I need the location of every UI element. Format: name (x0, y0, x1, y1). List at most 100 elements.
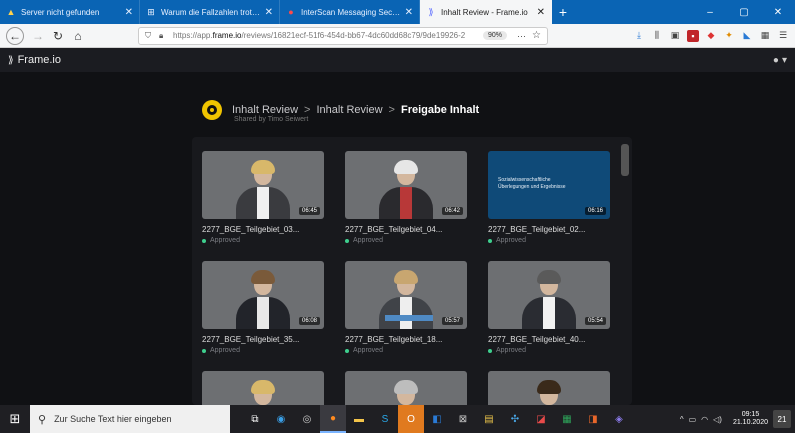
review-page: Inhalt Review > Inhalt Review > Freigabe… (0, 72, 795, 405)
reload-icon[interactable]: ↻ (48, 26, 68, 46)
asset-title[interactable]: 2277_BGE_Teilgebiet_18... (345, 335, 467, 344)
windows-start-icon[interactable]: ⊞ (0, 405, 30, 433)
excel-icon[interactable]: ▦ (554, 405, 580, 433)
system-tray: ^ ▭ ◠ ◁) 09:15 21.10.2020 21 (680, 410, 795, 428)
tab-frameio-review[interactable]: ⟫ Inhalt Review - Frame.io ✕ (420, 0, 552, 24)
asset-thumbnail[interactable]: 06:45 (202, 151, 324, 219)
teams-icon[interactable]: ◈ (606, 405, 632, 433)
asset-title[interactable]: 2277_BGE_Teilgebiet_04... (345, 225, 467, 234)
search-icon: ⚲ (38, 413, 47, 426)
asset-card[interactable] (488, 371, 610, 405)
approved-dot-icon (345, 238, 349, 243)
download-icon[interactable]: ⤓ (633, 30, 645, 42)
outlook-icon[interactable]: ◧ (424, 405, 450, 433)
asset-thumbnail[interactable] (202, 371, 324, 405)
notes-icon[interactable]: ▤ (476, 405, 502, 433)
taskbar-search[interactable]: ⚲ Zur Suche Text hier eingeben (30, 405, 230, 433)
asset-title[interactable]: 2277_BGE_Teilgebiet_02... (488, 225, 610, 234)
back-icon[interactable]: ← (6, 26, 24, 45)
duration-badge: 06:16 (584, 207, 606, 215)
asset-card[interactable]: 06:45 2277_BGE_Teilgebiet_03... Approved (202, 151, 324, 244)
network-icon[interactable]: ◠ (701, 415, 708, 424)
asset-card[interactable]: 05:57 2277_BGE_Teilgebiet_18... Approved (345, 261, 467, 354)
asset-thumbnail[interactable] (345, 371, 467, 405)
lock-icon[interactable]: 🔒︎ (159, 31, 169, 41)
app-orange-icon[interactable]: O (398, 405, 424, 433)
tab-fallzahlen[interactable]: ⊞ Warum die Fallzahlen trotz Ma ✕ (140, 0, 280, 24)
powerpoint-icon[interactable]: ◨ (580, 405, 606, 433)
duration-badge: 06:45 (298, 207, 320, 215)
asset-thumbnail[interactable]: Sozialwissenschaftliche Überlegungen und… (488, 151, 610, 219)
search-placeholder: Zur Suche Text hier eingeben (54, 414, 172, 424)
new-tab-button[interactable]: + (552, 0, 574, 24)
extension-red-icon[interactable]: ◆ (705, 30, 717, 42)
chevron-up-icon[interactable]: ^ (680, 415, 684, 424)
bookmark-star-icon[interactable]: ☆ (532, 30, 541, 41)
asset-card[interactable]: 06:08 2277_BGE_Teilgebiet_35... Approved (202, 261, 324, 354)
notification-center-icon[interactable]: 21 (773, 410, 791, 428)
menu-icon[interactable]: ☰ (777, 30, 789, 42)
reader-icon[interactable]: ▣ (669, 30, 681, 42)
app-puzzle-icon[interactable]: ✣ (502, 405, 528, 433)
asset-thumbnail[interactable]: 05:57 (345, 261, 467, 329)
breadcrumb-item[interactable]: Inhalt Review (232, 104, 298, 116)
acrobat-icon[interactable]: ◪ (528, 405, 554, 433)
asset-card[interactable]: Sozialwissenschaftliche Überlegungen und… (488, 151, 610, 244)
asset-title[interactable]: 2277_BGE_Teilgebiet_40... (488, 335, 610, 344)
tab-server-not-found[interactable]: ▲ Server nicht gefunden ✕ (0, 0, 140, 24)
url-text: https://app.frame.io/reviews/16821ecf-51… (173, 31, 466, 40)
asset-thumbnail[interactable]: 06:42 (345, 151, 467, 219)
home-icon[interactable]: ⌂ (68, 26, 88, 46)
library-icon[interactable]: ⫼ (651, 30, 663, 42)
zoom-level[interactable]: 90% (483, 31, 508, 40)
asset-card[interactable]: 05:54 2277_BGE_Teilgebiet_40... Approved (488, 261, 610, 354)
asset-title[interactable]: 2277_BGE_Teilgebiet_03... (202, 225, 324, 234)
page-icon: ⊞ (147, 6, 155, 17)
asset-thumbnail[interactable]: 05:54 (488, 261, 610, 329)
firefox-icon[interactable]: ● (320, 405, 346, 433)
chrome-icon[interactable]: ◎ (294, 405, 320, 433)
grid-icon[interactable]: ▦ (759, 30, 771, 42)
pdf-extension-icon[interactable]: ▪ (687, 29, 699, 42)
scrollbar-track[interactable] (621, 140, 629, 405)
page-actions-icon[interactable]: ··· (517, 31, 526, 41)
clock[interactable]: 09:15 21.10.2020 (733, 411, 768, 428)
lower-third-banner (385, 315, 433, 321)
asset-thumbnail[interactable]: 06:08 (202, 261, 324, 329)
close-icon[interactable]: ✕ (537, 7, 545, 18)
volume-icon[interactable]: ◁) (713, 415, 722, 424)
battery-icon[interactable]: ▭ (689, 415, 697, 424)
tab-interscan[interactable]: ● InterScan Messaging Security ✕ (280, 0, 420, 24)
breadcrumb-item[interactable]: Inhalt Review (316, 104, 382, 116)
status-badge: Approved (345, 237, 467, 244)
status-label: Approved (496, 237, 526, 244)
scrollbar-thumb[interactable] (621, 144, 629, 176)
close-icon[interactable]: ✕ (265, 7, 273, 18)
asset-card[interactable] (345, 371, 467, 405)
file-explorer-icon[interactable]: ▬ (346, 405, 372, 433)
asset-title[interactable]: 2277_BGE_Teilgebiet_35... (202, 335, 324, 344)
close-icon[interactable]: ✕ (125, 7, 133, 18)
close-window-button[interactable]: ✕ (761, 0, 795, 24)
presenter-figure (522, 380, 576, 405)
extension-blue-icon[interactable]: ◣ (741, 30, 753, 42)
asset-thumbnail[interactable] (488, 371, 610, 405)
duration-badge: 06:08 (298, 317, 320, 325)
user-menu[interactable]: ● ▾ (773, 55, 787, 66)
approved-dot-icon (345, 348, 349, 353)
minimize-button[interactable]: – (693, 0, 727, 24)
calculator-icon[interactable]: ⊠ (450, 405, 476, 433)
edge-icon[interactable]: ◉ (268, 405, 294, 433)
close-icon[interactable]: ✕ (405, 7, 413, 18)
extension-puzzle-icon[interactable]: ✦ (723, 30, 735, 42)
task-view-icon[interactable]: ⧉ (242, 405, 268, 433)
forward-icon[interactable]: → (28, 26, 48, 46)
status-label: Approved (210, 237, 240, 244)
asset-card[interactable] (202, 371, 324, 405)
skype-icon[interactable]: S (372, 405, 398, 433)
url-bar[interactable]: ⛉ 🔒︎ https://app.frame.io/reviews/16821e… (138, 26, 548, 45)
brand[interactable]: ⟫ Frame.io (8, 54, 61, 66)
shield-icon[interactable]: ⛉ (145, 31, 155, 41)
maximize-button[interactable]: ▢ (727, 0, 761, 24)
asset-card[interactable]: 06:42 2277_BGE_Teilgebiet_04... Approved (345, 151, 467, 244)
